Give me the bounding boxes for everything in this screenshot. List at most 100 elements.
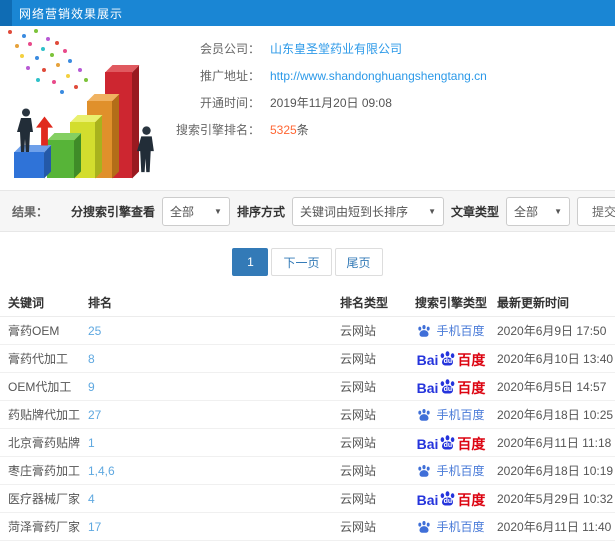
updated-cell: 2020年6月11日 11:18 — [497, 436, 612, 450]
chevron-down-icon: ▼ — [428, 206, 436, 216]
mobile-baidu-label: 手机百度 — [436, 520, 485, 534]
baidu-logo-cn: 百度 — [457, 436, 486, 451]
pagination: 1 下一页 尾页 — [0, 232, 615, 289]
rank-count-value: 5325 — [270, 122, 297, 137]
sort-filter-value: 关键词由短到长排序 — [299, 204, 408, 219]
table-body: 膏药OEM 25 云网站 手机百度 2020年6月9日 17:50 膏药代加工 … — [0, 317, 615, 541]
engine-filter-label: 分搜索引擎查看 — [70, 204, 155, 219]
baidu-logo: Bai du 百度 — [417, 490, 486, 507]
baidu-logo: Bai du 百度 — [417, 350, 486, 367]
article-type-value: 全部 — [514, 204, 539, 219]
rank-link[interactable]: 27 — [88, 408, 340, 422]
baidu-logo-du: du — [443, 498, 453, 505]
updated-cell: 2020年6月11日 11:40 — [497, 520, 612, 534]
chart-illustration — [0, 26, 172, 190]
page-header: 网络营销效果展示 — [0, 0, 615, 26]
sort-filter-select[interactable]: 关键词由短到长排序 ▼ — [291, 196, 444, 226]
baidu-logo-bai: Bai — [416, 380, 439, 395]
baidu-logo-du: du — [443, 442, 453, 449]
table-row: 菏泽膏药厂家 17 云网站 手机百度 2020年6月11日 11:40 — [0, 513, 615, 541]
mobile-baidu-paw-icon — [417, 324, 431, 339]
keyword-cell: 医疗器械厂家 — [8, 492, 81, 506]
engine-filter-select[interactable]: 全部 ▼ — [161, 196, 230, 226]
rank-type-cell: 云网站 — [340, 492, 377, 506]
page-title: 网络营销效果展示 — [19, 6, 124, 21]
header-keyword: 关键词 — [8, 296, 45, 310]
rank-count-unit: 条 — [296, 123, 309, 137]
keyword-cell: 枣庄膏药加工 — [8, 464, 81, 478]
updated-cell: 2020年6月5日 14:57 — [497, 380, 607, 394]
mobile-baidu-paw-icon — [417, 520, 431, 535]
submit-button[interactable]: 提交 — [577, 196, 615, 226]
businessman-left-icon — [17, 108, 33, 152]
rank-type-cell: 云网站 — [340, 324, 377, 338]
rank-link[interactable]: 4 — [88, 492, 340, 506]
baidu-logo-cn: 百度 — [457, 492, 486, 507]
growth-arrow-icon — [36, 116, 53, 146]
updated-cell: 2020年6月10日 13:40 — [497, 352, 614, 366]
keyword-cell: 药贴牌代加工 — [8, 408, 81, 422]
rank-type-cell: 云网站 — [340, 408, 377, 422]
rank-type-cell: 云网站 — [340, 352, 377, 366]
keyword-cell: 膏药OEM — [8, 324, 60, 338]
member-info: 会员公司： 山东皇圣堂药业有限公司 推广地址： http://www.shand… — [172, 26, 615, 190]
info-row-rank-count: 搜索引擎排名： 5325 条 — [172, 116, 615, 143]
result-label: 结果： — [12, 204, 49, 219]
engine-cell: 手机百度 — [405, 518, 497, 535]
opened-label: 开通时间： — [199, 96, 260, 110]
company-label: 会员公司： — [199, 42, 260, 56]
rank-type-cell: 云网站 — [340, 520, 377, 534]
engine-cell: Bai du 百度 — [405, 378, 497, 395]
rank-link[interactable]: 1 — [88, 436, 340, 450]
mobile-baidu-label: 手机百度 — [436, 324, 485, 338]
header-accent — [0, 0, 12, 26]
baidu-paw-icon — [418, 464, 431, 477]
rank-link[interactable]: 1,4,6 — [88, 464, 340, 478]
app-window: 网络营销效果展示 会员公司： 山东皇圣堂药业有限公司 推广地址： http://… — [0, 0, 615, 541]
page-1-button[interactable]: 1 — [232, 248, 269, 276]
updated-cell: 2020年5月29日 10:32 — [497, 492, 614, 506]
baidu-logo-du: du — [443, 358, 453, 365]
rank-link[interactable]: 8 — [88, 352, 340, 366]
baidu-logo-cn: 百度 — [457, 380, 486, 395]
updated-cell: 2020年6月18日 10:25 — [497, 408, 614, 422]
keyword-cell: 北京膏药贴牌 — [8, 436, 81, 450]
table-row: 枣庄膏药加工 1,4,6 云网站 手机百度 2020年6月18日 10:19 — [0, 457, 615, 485]
baidu-logo-cn: 百度 — [457, 352, 486, 367]
rank-link[interactable]: 9 — [88, 380, 340, 394]
baidu-logo: Bai du 百度 — [416, 378, 486, 395]
info-row-url: 推广地址： http://www.shandonghuangshengtang.… — [172, 62, 615, 89]
company-link[interactable]: 山东皇圣堂药业有限公司 — [270, 40, 402, 57]
mobile-baidu-logo: 手机百度 — [417, 322, 485, 339]
rank-link[interactable]: 17 — [88, 520, 340, 534]
table-header-row: 关键词 排名 排名类型 搜索引擎类型 最新更新时间 — [0, 289, 615, 317]
baidu-paw-icon — [418, 520, 431, 533]
sort-filter-label: 排序方式 — [236, 204, 285, 219]
keywords-table: 关键词 排名 排名类型 搜索引擎类型 最新更新时间 膏药OEM 25 云网站 手… — [0, 289, 615, 541]
rank-link[interactable]: 25 — [88, 324, 340, 338]
engine-cell: Bai du 百度 — [405, 350, 497, 367]
header-rank: 排名 — [88, 296, 113, 310]
illustration-bar-blue — [14, 152, 44, 178]
baidu-logo-bai: Bai — [416, 436, 439, 451]
baidu-logo-du: du — [443, 386, 453, 393]
rank-type-cell: 云网站 — [340, 436, 377, 450]
engine-filter-value: 全部 — [169, 204, 194, 219]
table-row: 膏药代加工 8 云网站 Bai du 百度 2020年6月10日 13:40 — [0, 345, 615, 373]
mobile-baidu-label: 手机百度 — [436, 408, 485, 422]
next-page-button[interactable]: 下一页 — [271, 248, 332, 276]
table-row: 膏药OEM 25 云网站 手机百度 2020年6月9日 17:50 — [0, 317, 615, 345]
last-page-button[interactable]: 尾页 — [334, 248, 383, 276]
keyword-cell: OEM代加工 — [8, 380, 72, 394]
keyword-cell: 菏泽膏药厂家 — [8, 520, 81, 534]
engine-cell: 手机百度 — [405, 322, 497, 339]
confetti-decoration — [8, 30, 12, 34]
article-type-select[interactable]: 全部 ▼ — [506, 196, 570, 226]
mobile-baidu-logo: 手机百度 — [417, 406, 485, 423]
updated-cell: 2020年6月18日 10:19 — [497, 464, 614, 478]
header-engine-type: 搜索引擎类型 — [414, 296, 487, 310]
promotion-url-link[interactable]: http://www.shandonghuangshengtang.cn — [270, 69, 487, 83]
article-type-label: 文章类型 — [450, 204, 499, 219]
rank-type-cell: 云网站 — [340, 380, 377, 394]
rank-count-label: 搜索引擎排名： — [175, 123, 260, 137]
